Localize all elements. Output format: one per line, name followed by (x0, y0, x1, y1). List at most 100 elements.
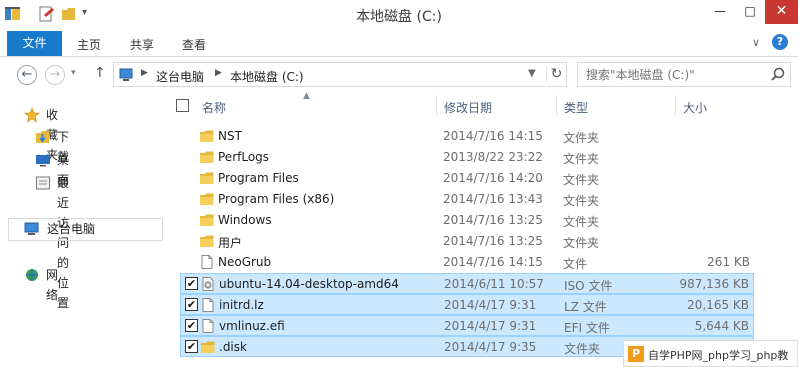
breadcrumb-local-disk[interactable]: 本地磁盘 (C:) (230, 68, 304, 85)
nav-network-label: 网络 (46, 268, 59, 302)
watermark: P 自学PHP网_php学习_php教 (623, 340, 798, 367)
folder-icon (200, 193, 214, 205)
chevron-right-icon[interactable]: ▶ (215, 68, 222, 78)
nav-this-pc[interactable]: 这台电脑 (8, 218, 163, 241)
file-type: 文件夹 (563, 173, 600, 187)
navigation-pane: 收藏夹 下载 桌面 最近访问的位置 这台电脑 网络 (0, 93, 170, 367)
chevron-down-icon[interactable]: ▼ (528, 68, 536, 79)
file-type: 文件夹 (563, 236, 600, 250)
file-row[interactable]: NST 2014/7/16 14:15 文件夹 (180, 126, 754, 147)
nav-this-pc-label: 这台电脑 (47, 222, 96, 236)
file-row[interactable]: Program Files (x86) 2014/7/16 13:43 文件夹 (180, 189, 754, 210)
ribbon-expand-icon[interactable]: ∨ (752, 36, 760, 49)
desktop-icon (36, 155, 50, 167)
file-name: NeoGrub (218, 255, 272, 269)
minimize-button[interactable]: — (705, 0, 735, 24)
ribbon-tabs: 文件 主页 共享 查看 ∨ ? (0, 31, 798, 57)
column-type[interactable]: 类型 (564, 99, 588, 116)
chevron-right-icon[interactable]: ▶ (141, 68, 148, 78)
folder-icon (200, 214, 214, 226)
file-date: 2014/4/17 9:31 (444, 319, 537, 333)
tab-share[interactable]: 共享 (130, 36, 154, 53)
file-name: Program Files (x86) (218, 192, 335, 206)
file-date: 2014/7/16 14:15 (443, 129, 543, 143)
nav-item-label: 最近访问的位置 (57, 176, 70, 310)
file-date: 2014/4/17 9:35 (444, 340, 537, 354)
forward-button[interactable]: → (45, 65, 65, 85)
download-folder-icon (36, 131, 49, 143)
close-button[interactable]: ✕ (765, 0, 798, 24)
folder-icon (200, 172, 214, 184)
file-date: 2014/7/16 14:20 (443, 171, 543, 185)
help-icon[interactable]: ? (772, 34, 788, 50)
disc-image-icon (202, 277, 214, 291)
folder-icon (200, 130, 214, 142)
row-checkbox[interactable]: ✔ (185, 340, 198, 353)
watermark-text: 自学PHP网_php学习_php教 (648, 349, 789, 362)
up-button[interactable]: ↑ (94, 65, 106, 81)
tab-home[interactable]: 主页 (77, 36, 101, 53)
file-date: 2014/4/17 9:31 (444, 298, 537, 312)
column-size[interactable]: 大小 (683, 99, 707, 116)
file-name: 用户 (218, 236, 243, 250)
file-row[interactable]: NeoGrub 2014/7/16 14:15 文件 261 KB (180, 252, 754, 273)
file-name: Windows (218, 213, 272, 227)
network-icon (26, 269, 38, 281)
tab-file[interactable]: 文件 (7, 31, 62, 56)
file-date: 2014/7/16 14:15 (443, 255, 543, 269)
file-type: 文件夹 (563, 152, 600, 166)
row-checkbox[interactable]: ✔ (185, 319, 198, 332)
file-type: 文件夹 (563, 194, 600, 208)
column-divider[interactable] (436, 95, 437, 117)
file-size: 987,136 KB (679, 277, 749, 291)
file-row[interactable]: PerfLogs 2013/8/22 23:22 文件夹 (180, 147, 754, 168)
file-icon (202, 319, 214, 333)
search-input[interactable] (586, 67, 766, 83)
column-header: ▲ 名称 修改日期 类型 大小 (170, 91, 798, 119)
back-button[interactable]: ← (17, 65, 37, 85)
file-row[interactable]: 用户 2014/7/16 13:25 文件夹 (180, 231, 754, 252)
file-type: 文件夹 (563, 131, 600, 145)
file-list: ▲ 名称 修改日期 类型 大小 NST 2014/7/16 14:15 文件夹 Per… (170, 91, 798, 367)
address-bar[interactable]: ▶ 这台电脑 ▶ 本地磁盘 (C:) ▼ ↻ (113, 62, 567, 87)
file-size: 5,644 KB (694, 319, 749, 333)
recent-places-icon (36, 176, 50, 190)
file-type: EFI 文件 (564, 321, 610, 335)
file-date: 2014/7/16 13:43 (443, 192, 543, 206)
file-date: 2014/7/16 13:25 (443, 213, 543, 227)
file-name: Program Files (218, 171, 299, 185)
file-row[interactable]: Windows 2014/7/16 13:25 文件夹 (180, 210, 754, 231)
this-pc-icon (119, 68, 133, 81)
column-name[interactable]: 名称 (202, 99, 226, 116)
file-row[interactable]: ✔ vmlinuz.efi 2014/4/17 9:31 EFI 文件 5,644 KB (180, 315, 754, 336)
row-checkbox[interactable]: ✔ (185, 298, 198, 311)
computer-icon (24, 222, 39, 235)
breadcrumb-this-pc[interactable]: 这台电脑 (156, 68, 204, 85)
refresh-button[interactable]: ↻ (546, 66, 566, 82)
maximize-button[interactable]: □ (735, 0, 765, 24)
tab-view[interactable]: 查看 (182, 36, 206, 53)
file-size: 20,165 KB (687, 298, 749, 312)
file-icon (201, 255, 213, 269)
file-name: NST (218, 129, 242, 143)
search-icon[interactable] (770, 67, 786, 83)
row-checkbox[interactable]: ✔ (185, 277, 198, 290)
address-row: ← → ▾ ↑ ▶ 这台电脑 ▶ 本地磁盘 (C:) ▼ ↻ (0, 57, 798, 93)
folder-icon (200, 151, 214, 163)
column-date[interactable]: 修改日期 (444, 99, 492, 116)
file-row[interactable]: ✔ initrd.lz 2014/4/17 9:31 LZ 文件 20,165 KB (180, 294, 754, 315)
search-box[interactable] (577, 62, 791, 87)
file-row[interactable]: Program Files 2014/7/16 14:20 文件夹 (180, 168, 754, 189)
file-icon (202, 298, 214, 312)
file-type: ISO 文件 (564, 279, 613, 293)
column-divider[interactable] (675, 95, 676, 117)
star-icon (24, 107, 40, 123)
recent-locations-icon[interactable]: ▾ (71, 68, 76, 78)
window-title: 本地磁盘 (C:) (356, 9, 442, 25)
sort-ascending-icon: ▲ (303, 91, 310, 101)
column-divider[interactable] (556, 95, 557, 117)
file-row[interactable]: ✔ ubuntu-14.04-desktop-amd64 2014/6/11 10:… (180, 273, 754, 294)
file-name: initrd.lz (219, 298, 264, 312)
select-all-checkbox[interactable] (176, 99, 189, 112)
file-name: vmlinuz.efi (219, 319, 285, 333)
